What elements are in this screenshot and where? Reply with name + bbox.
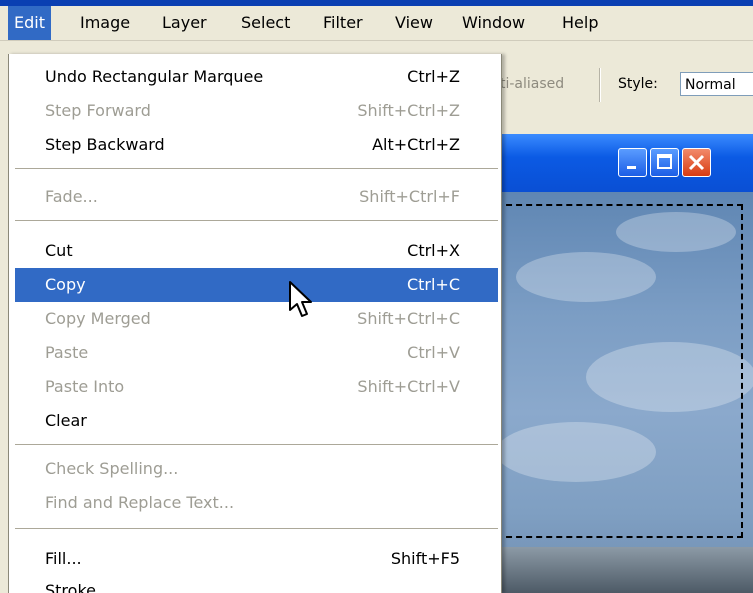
tool-options-bar: ti-aliased Style: Normal [500, 60, 753, 108]
menu-item-step-forward[interactable]: Step Forward Shift+Ctrl+Z [15, 94, 498, 128]
menu-item-label: Step Forward [45, 101, 151, 120]
city-skyline [496, 547, 753, 593]
menu-item-step-backward[interactable]: Step Backward Alt+Ctrl+Z [15, 128, 498, 162]
document-window [496, 134, 753, 593]
menu-item-label: Clear [45, 411, 87, 430]
edit-menu-dropdown: Undo Rectangular Marquee Ctrl+Z Step For… [8, 54, 502, 593]
close-button[interactable] [682, 148, 711, 177]
menu-item-shortcut: Ctrl+V [407, 343, 460, 362]
menu-item-shortcut: Shift+Ctrl+F [359, 187, 460, 206]
menu-item-label: Paste Into [45, 377, 125, 396]
menu-item-cut[interactable]: Cut Ctrl+X [15, 234, 498, 268]
menu-select[interactable]: Select [235, 6, 296, 40]
menu-item-label: Find and Replace Text... [45, 493, 235, 512]
menu-item-fade[interactable]: Fade... Shift+Ctrl+F [15, 180, 498, 214]
options-separator [599, 68, 601, 102]
menu-item-label: Fill... [45, 549, 82, 568]
maximize-button[interactable] [650, 148, 679, 177]
menu-separator [15, 528, 498, 529]
menu-item-find-replace[interactable]: Find and Replace Text... [15, 486, 498, 520]
style-select[interactable]: Normal [680, 72, 753, 96]
menu-item-shortcut: Ctrl+X [407, 241, 460, 260]
menu-item-check-spelling[interactable]: Check Spelling... [15, 452, 498, 486]
menu-item-clear[interactable]: Clear [15, 404, 498, 438]
menu-item-label: Check Spelling... [45, 459, 179, 478]
menu-separator [15, 168, 498, 169]
menu-item-label: Undo Rectangular Marquee [45, 67, 264, 86]
menu-window[interactable]: Window [456, 6, 531, 40]
menu-item-shortcut: Alt+Ctrl+Z [372, 135, 460, 154]
minimize-button[interactable] [618, 148, 647, 177]
menu-layer[interactable]: Layer [156, 6, 213, 40]
menu-item-shortcut: Shift+Ctrl+V [357, 377, 460, 396]
menu-separator [15, 220, 498, 221]
menu-item-shortcut: Ctrl+Z [407, 67, 460, 86]
menu-item-label: Copy Merged [45, 309, 151, 328]
document-title-bar[interactable] [496, 134, 753, 192]
menu-item-undo[interactable]: Undo Rectangular Marquee Ctrl+Z [15, 60, 498, 94]
menu-item-stroke[interactable]: Stroke [15, 574, 498, 593]
menu-image[interactable]: Image [74, 6, 136, 40]
menu-item-label: Paste [45, 343, 89, 362]
menu-bar: Edit Image Layer Select Filter View Wind… [0, 6, 753, 41]
selection-marquee [496, 204, 743, 538]
minimize-icon [627, 166, 636, 169]
menu-separator [15, 444, 498, 445]
menu-item-fill[interactable]: Fill... Shift+F5 [15, 542, 498, 576]
maximize-icon [657, 154, 672, 169]
image-canvas[interactable] [496, 192, 753, 593]
arrow-cursor-icon [289, 281, 312, 317]
menu-help[interactable]: Help [556, 6, 604, 40]
close-icon [688, 154, 705, 171]
menu-item-paste-into[interactable]: Paste Into Shift+Ctrl+V [15, 370, 498, 404]
menu-item-shortcut: Shift+Ctrl+C [357, 309, 460, 328]
menu-item-copy[interactable]: Copy Ctrl+C [15, 268, 498, 302]
menu-item-shortcut: Shift+Ctrl+Z [357, 101, 460, 120]
menu-item-label: Copy [45, 275, 86, 294]
menu-item-label: Fade... [45, 187, 98, 206]
menu-item-shortcut: Ctrl+C [406, 275, 460, 294]
menu-filter[interactable]: Filter [317, 6, 369, 40]
menu-item-label: Cut [45, 241, 73, 260]
menu-item-label: Step Backward [45, 135, 165, 154]
menu-view[interactable]: View [389, 6, 439, 40]
menu-item-paste[interactable]: Paste Ctrl+V [15, 336, 498, 370]
menu-item-label: Stroke [45, 581, 96, 593]
menu-item-shortcut: Shift+F5 [390, 549, 460, 568]
menu-edit[interactable]: Edit [8, 6, 51, 40]
anti-aliased-label[interactable]: ti-aliased [500, 76, 564, 92]
style-label: Style: [618, 76, 658, 92]
menu-item-copy-merged[interactable]: Copy Merged Shift+Ctrl+C [15, 302, 498, 336]
